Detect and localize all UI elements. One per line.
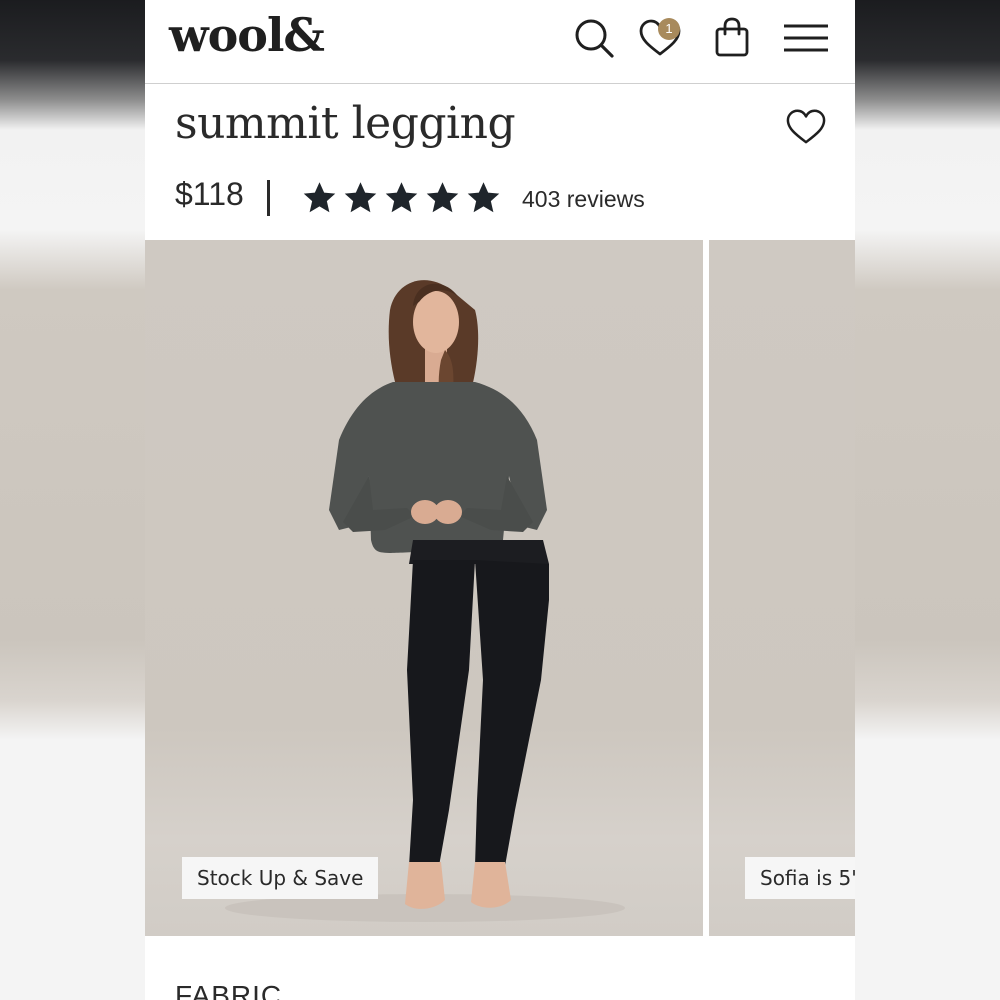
search-icon — [575, 19, 614, 58]
star-icon — [303, 182, 336, 213]
add-to-wishlist-button[interactable] — [785, 106, 827, 146]
bag-icon — [715, 17, 749, 57]
search-button[interactable] — [572, 16, 616, 60]
site-header: wool& 1 — [145, 0, 855, 84]
menu-icon — [784, 24, 828, 52]
brand-logo[interactable]: wool& — [169, 8, 325, 62]
product-price: $118 — [175, 176, 244, 212]
mobile-page: wool& 1 summit legging $118 403 reviews … — [145, 0, 855, 1000]
price-divider — [267, 180, 270, 216]
reviews-link[interactable]: 403 reviews — [522, 186, 645, 213]
product-title: summit legging — [175, 98, 516, 149]
product-photo — [225, 280, 625, 922]
model-info-tag: Sofia is 5'9 — [745, 857, 855, 899]
menu-button[interactable] — [781, 16, 831, 60]
gallery-slide[interactable]: Sofia is 5'9 — [709, 240, 855, 936]
star-icon — [344, 182, 377, 213]
stock-up-tag[interactable]: Stock Up & Save — [182, 857, 379, 899]
heart-icon — [786, 109, 826, 144]
wishlist-button[interactable]: 1 — [638, 16, 682, 60]
gallery-slide[interactable]: Stock Up & Save — [145, 240, 703, 936]
product-gallery[interactable]: Stock Up & Save Sofia is 5'9 — [145, 240, 855, 936]
wishlist-count-badge: 1 — [658, 18, 680, 40]
cart-button[interactable] — [710, 16, 754, 60]
star-icon — [426, 182, 459, 213]
star-icon — [385, 182, 418, 213]
star-icon — [467, 182, 500, 213]
rating-stars[interactable] — [301, 180, 502, 216]
fabric-section-heading[interactable]: FABRIC — [175, 980, 282, 1000]
